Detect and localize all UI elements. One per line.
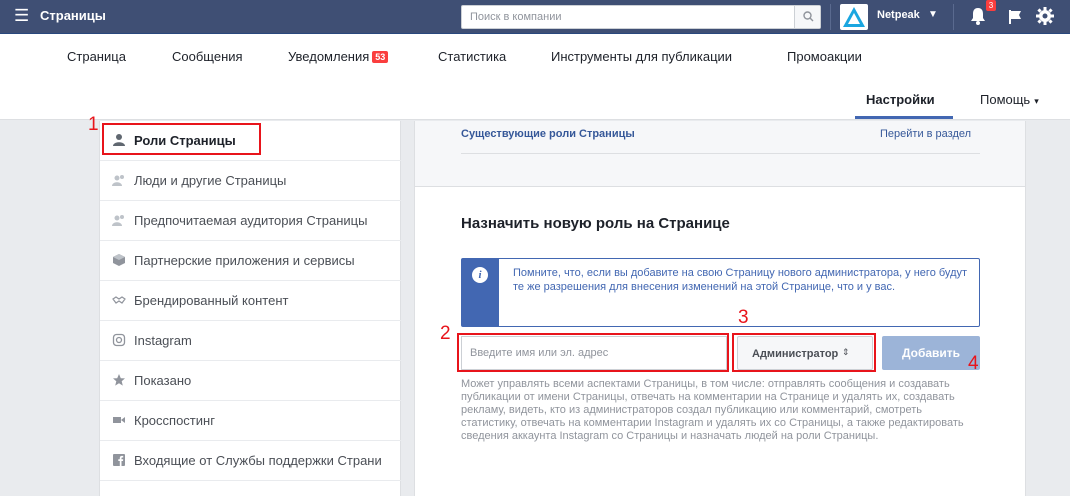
account-name[interactable]: Netpeak [877, 9, 920, 21]
role-description: Может управлять всеми аспектами Страницы… [461, 378, 964, 442]
annotation-number-4: 4 [968, 353, 979, 374]
sidebar-item-crossposting[interactable]: Кросспостинг [100, 401, 402, 441]
chevron-down-icon: ▾ [1034, 96, 1039, 106]
video-camera-icon [113, 417, 125, 423]
divider [953, 4, 954, 30]
divider [461, 153, 980, 154]
annotation-box-3 [732, 333, 876, 372]
sidebar-item-label: Кросспостинг [134, 413, 215, 428]
sidebar-item-instagram[interactable]: Instagram [100, 321, 402, 361]
sidebar-item-support-inbox[interactable]: Входящие от Службы поддержки Страни [100, 441, 402, 481]
notification-badge: 3 [986, 0, 996, 11]
sidebar-item-label: Люди и другие Страницы [134, 173, 287, 188]
audience-icon [112, 215, 124, 226]
page-nav: Страница Сообщения Уведомления 53 Статист… [0, 34, 1070, 120]
annotation-number-2: 2 [440, 323, 451, 344]
gear-icon[interactable] [1035, 6, 1055, 26]
annotation-box-1 [102, 123, 261, 155]
assign-role-title: Назначить новую роль на Странице [461, 215, 730, 232]
search-input[interactable]: Поиск в компании [470, 11, 562, 23]
search-icon [803, 11, 814, 22]
notice-text: Помните, что, если вы добавите на свою С… [513, 267, 968, 293]
tab-messages[interactable]: Сообщения [172, 49, 243, 64]
existing-roles-title[interactable]: Существующие роли Страницы [461, 128, 635, 140]
tab-settings[interactable]: Настройки [866, 92, 935, 107]
annotation-number-3: 3 [738, 307, 749, 328]
hamburger-icon[interactable]: ☰ [14, 6, 29, 26]
account-dropdown-icon[interactable]: ▼ [928, 9, 938, 20]
search-button[interactable] [794, 6, 820, 28]
sidebar-item-apps[interactable]: Партнерские приложения и сервисы [100, 241, 402, 281]
help-menu[interactable]: Помощь ▾ [980, 92, 1039, 107]
annotation-box-2 [457, 333, 729, 372]
account-logo[interactable] [840, 4, 868, 30]
sidebar-item-people[interactable]: Люди и другие Страницы [100, 161, 402, 201]
facebook-icon [113, 454, 125, 466]
existing-roles-section: Существующие роли Страницы Перейти в раз… [415, 121, 1025, 187]
people-icon [112, 175, 124, 186]
tab-notifications[interactable]: Уведомления 53 [288, 49, 389, 64]
goto-section-link[interactable]: Перейти в раздел [880, 128, 971, 140]
sidebar-item-label: Брендированный контент [134, 293, 289, 308]
sidebar-item-label: Предпочитаемая аудитория Страницы [134, 213, 368, 228]
star-icon [113, 374, 125, 386]
tab-insights[interactable]: Статистика [438, 49, 506, 64]
help-label: Помощь [980, 92, 1031, 107]
netpeak-logo-icon [843, 7, 865, 27]
sidebar-item-branded-content[interactable]: Брендированный контент [100, 281, 402, 321]
tab-notifications-label: Уведомления [288, 49, 370, 64]
sidebar-item-audience[interactable]: Предпочитаемая аудитория Страницы [100, 201, 402, 241]
settings-sidebar: Роли Страницы Люди и другие Страницы Пре… [99, 121, 402, 496]
app-title[interactable]: Страницы [40, 8, 106, 23]
sidebar-item-label: Входящие от Службы поддержки Страни [134, 453, 382, 468]
bell-icon[interactable] [969, 6, 987, 26]
cube-icon [113, 254, 125, 266]
sidebar-item-label: Instagram [134, 333, 192, 348]
info-icon: i [472, 267, 488, 283]
sidebar-item-label: Показано [134, 373, 192, 388]
top-bar: ☰ Страницы Поиск в компании Netpeak ▼ 3 [0, 0, 1070, 34]
tab-page[interactable]: Страница [67, 49, 126, 64]
admin-warning-notice: i Помните, что, если вы добавите на свою… [461, 258, 980, 327]
handshake-icon [112, 296, 126, 304]
search-box[interactable]: Поиск в компании [461, 5, 821, 29]
flag-icon[interactable] [1007, 9, 1023, 25]
add-button[interactable]: Добавить [882, 336, 980, 370]
sidebar-item-label: Партнерские приложения и сервисы [134, 253, 355, 268]
page-roles-panel: Существующие роли Страницы Перейти в раз… [414, 121, 1026, 496]
instagram-icon [112, 333, 126, 347]
tab-publishing-tools[interactable]: Инструменты для публикации [551, 49, 732, 64]
divider [830, 4, 831, 30]
active-tab-underline [855, 116, 953, 119]
annotation-number-1: 1 [88, 114, 99, 135]
notice-strip: i [462, 259, 499, 326]
tab-promotions[interactable]: Промоакции [787, 49, 862, 64]
notifications-count-badge: 53 [372, 51, 389, 63]
sidebar-item-featured[interactable]: Показано [100, 361, 402, 401]
